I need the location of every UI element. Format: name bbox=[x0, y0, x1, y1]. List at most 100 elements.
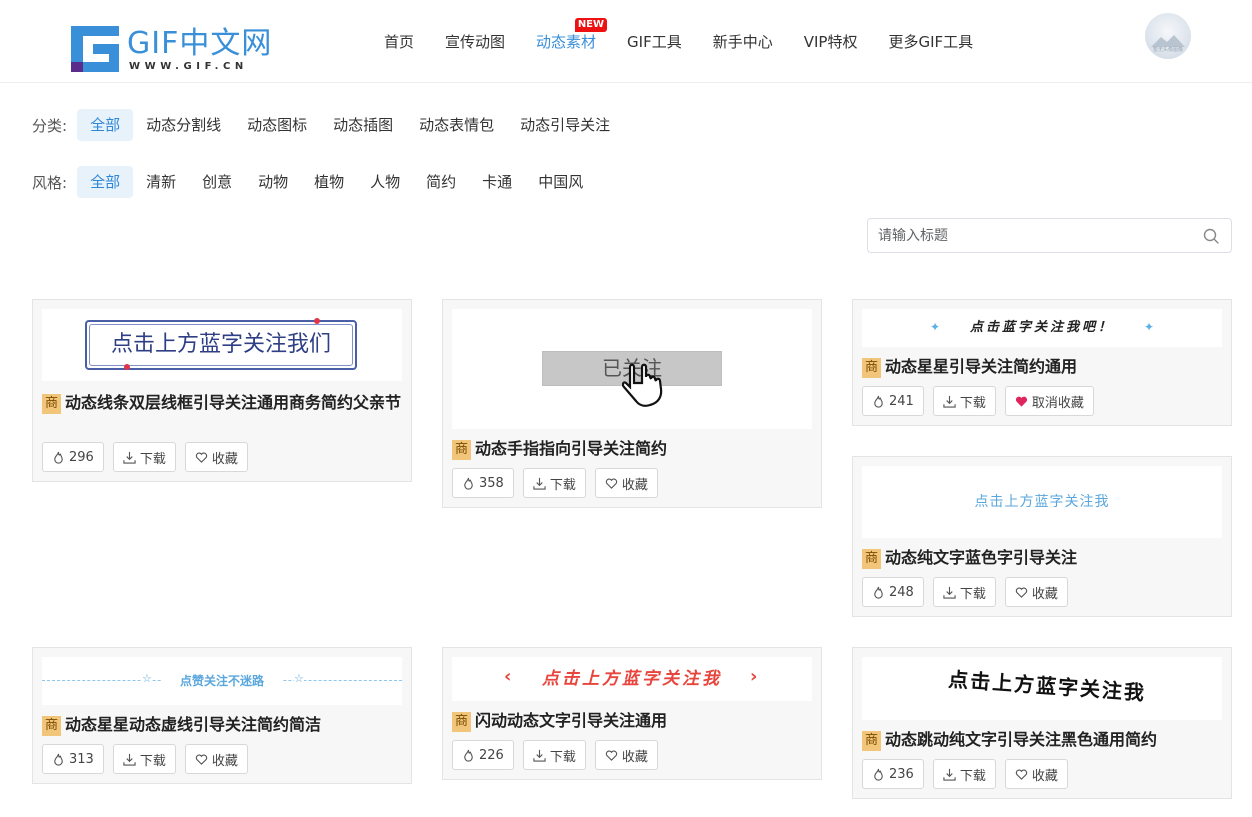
card-actions: 226 下载 收藏 bbox=[452, 740, 667, 770]
thumb-dot-icon bbox=[314, 318, 320, 324]
commercial-tag: 商 bbox=[452, 712, 472, 732]
main-nav: 首页 宣传动图 动态素材 NEW GIF工具 新手中心 VIP特权 更多GIF工具 bbox=[384, 18, 973, 52]
style-option-simple[interactable]: 简约 bbox=[413, 166, 469, 198]
thumb-text: 点赞关注不迷路 bbox=[162, 669, 282, 693]
logo-brand-text: GIF中文网 bbox=[127, 26, 273, 61]
like-button[interactable]: 296 bbox=[42, 442, 104, 472]
card-thumbnail[interactable]: 点击上方蓝字关注我 bbox=[862, 466, 1222, 538]
heart-outline-icon bbox=[605, 749, 618, 761]
material-card[interactable]: 点击上方蓝字关注我 商动态纯文字蓝色字引导关注 248 下载 收藏 bbox=[852, 456, 1232, 617]
category-option-all[interactable]: 全部 bbox=[77, 109, 134, 141]
card-title[interactable]: 商闪动动态文字引导关注通用 bbox=[452, 710, 812, 732]
material-card[interactable]: 点击蓝字关注我吧！ ✦ ✦ 商动态星星引导关注简约通用 241 下载 取消收藏 bbox=[852, 299, 1232, 426]
thumb-text: 点击蓝字关注我吧！ bbox=[969, 320, 1114, 335]
like-button[interactable]: 226 bbox=[452, 740, 514, 770]
download-button[interactable]: 下载 bbox=[522, 740, 586, 770]
card-actions: 296 下载 收藏 bbox=[42, 442, 257, 472]
thumb-text: 点击上方蓝字关注我 bbox=[542, 669, 722, 689]
unfavorite-button[interactable]: 取消收藏 bbox=[1004, 386, 1094, 416]
thumb-dot-icon bbox=[124, 364, 130, 370]
category-option-icon[interactable]: 动态图标 bbox=[234, 109, 320, 141]
site-logo[interactable]: GIF中文网 WWW.GIF.CN bbox=[71, 24, 271, 74]
favorite-button[interactable]: 收藏 bbox=[1004, 577, 1068, 607]
logo-mark-icon bbox=[71, 26, 119, 72]
card-title[interactable]: 商动态星星动态虚线引导关注简约简洁 bbox=[42, 714, 402, 736]
favorite-button[interactable]: 收藏 bbox=[594, 740, 658, 770]
nav-promo-gif[interactable]: 宣传动图 bbox=[445, 32, 505, 52]
flame-icon bbox=[874, 395, 883, 408]
style-option-cartoon[interactable]: 卡通 bbox=[469, 166, 525, 198]
category-option-illustration[interactable]: 动态插图 bbox=[320, 109, 406, 141]
avatar-placeholder-icon bbox=[1151, 35, 1185, 47]
nav-gif-tools[interactable]: GIF工具 bbox=[627, 32, 682, 52]
chevron-right-icon: › bbox=[750, 666, 758, 687]
download-icon bbox=[943, 586, 956, 599]
like-button[interactable]: 248 bbox=[862, 577, 924, 607]
card-thumbnail[interactable]: 点击蓝字关注我吧！ ✦ ✦ bbox=[862, 309, 1222, 347]
download-button[interactable]: 下载 bbox=[932, 386, 996, 416]
style-option-people[interactable]: 人物 bbox=[357, 166, 413, 198]
card-title[interactable]: 商动态星星引导关注简约通用 bbox=[862, 356, 1222, 378]
nav-beginner-center[interactable]: 新手中心 bbox=[713, 32, 773, 52]
like-button[interactable]: 241 bbox=[862, 386, 924, 416]
card-thumbnail[interactable]: 点击上方蓝字关注我 bbox=[862, 657, 1222, 720]
material-card[interactable]: 点击上方蓝字关注我 商动态跳动纯文字引导关注黑色通用简约 236 下载 收藏 bbox=[852, 647, 1232, 799]
card-title[interactable]: 商动态跳动纯文字引导关注黑色通用简约 bbox=[862, 729, 1222, 751]
thumb-text: 点击上方蓝字关注我 bbox=[947, 667, 1147, 705]
style-option-animal[interactable]: 动物 bbox=[245, 166, 301, 198]
download-button[interactable]: 下载 bbox=[112, 744, 176, 774]
like-button[interactable]: 313 bbox=[42, 744, 104, 774]
download-button[interactable]: 下载 bbox=[932, 759, 996, 789]
download-button[interactable]: 下载 bbox=[522, 468, 586, 498]
heart-outline-icon bbox=[1015, 768, 1028, 780]
favorite-button[interactable]: 收藏 bbox=[594, 468, 658, 498]
commercial-tag: 商 bbox=[452, 440, 472, 460]
logo-url-text: WWW.GIF.CN bbox=[129, 61, 248, 72]
style-option-fresh[interactable]: 清新 bbox=[133, 166, 189, 198]
card-title[interactable]: 商动态手指指向引导关注简约 bbox=[452, 438, 812, 460]
flame-icon bbox=[54, 451, 63, 464]
nav-vip[interactable]: VIP特权 bbox=[804, 32, 858, 52]
style-option-plant[interactable]: 植物 bbox=[301, 166, 357, 198]
material-card[interactable]: ‹ 点击上方蓝字关注我 › 商闪动动态文字引导关注通用 226 下载 收藏 bbox=[442, 647, 822, 780]
material-card[interactable]: 点赞关注不迷路 ☆ ☆ 商动态星星动态虚线引导关注简约简洁 313 下载 收藏 bbox=[32, 647, 412, 784]
avatar-caption: 暂无头像图像 bbox=[1152, 47, 1183, 53]
favorite-button[interactable]: 收藏 bbox=[184, 744, 248, 774]
style-option-all[interactable]: 全部 bbox=[77, 166, 134, 198]
material-card[interactable]: 已关注 商动态手指指向引导关注简约 358 下载 收藏 bbox=[442, 299, 822, 508]
card-thumbnail[interactable]: 已关注 bbox=[452, 309, 812, 429]
material-card[interactable]: 点击上方蓝字关注我们 商动态线条双层线框引导关注通用商务简约父亲节 296 下载… bbox=[32, 299, 412, 482]
nav-home[interactable]: 首页 bbox=[384, 32, 414, 52]
site-header: GIF中文网 WWW.GIF.CN 首页 宣传动图 动态素材 NEW GIF工具 … bbox=[0, 0, 1252, 83]
nav-dynamic-materials[interactable]: 动态素材 NEW bbox=[536, 18, 608, 52]
nav-more-tools[interactable]: 更多GIF工具 bbox=[888, 32, 973, 52]
card-actions: 313 下载 收藏 bbox=[42, 744, 257, 774]
card-title[interactable]: 商动态线条双层线框引导关注通用商务简约父亲节 bbox=[42, 392, 402, 414]
like-button[interactable]: 358 bbox=[452, 468, 514, 498]
like-button[interactable]: 236 bbox=[862, 759, 924, 789]
commercial-tag: 商 bbox=[862, 549, 882, 569]
category-option-divider[interactable]: 动态分割线 bbox=[133, 109, 234, 141]
card-actions: 358 下载 收藏 bbox=[452, 468, 667, 498]
favorite-button[interactable]: 收藏 bbox=[184, 442, 248, 472]
search-icon[interactable] bbox=[1203, 228, 1219, 244]
card-thumbnail[interactable]: 点赞关注不迷路 ☆ ☆ bbox=[42, 657, 402, 705]
card-thumbnail[interactable]: 点击上方蓝字关注我们 bbox=[42, 309, 402, 381]
download-button[interactable]: 下载 bbox=[112, 442, 176, 472]
favorite-button[interactable]: 收藏 bbox=[1004, 759, 1068, 789]
card-thumbnail[interactable]: ‹ 点击上方蓝字关注我 › bbox=[452, 657, 812, 701]
category-option-follow-guide[interactable]: 动态引导关注 bbox=[507, 109, 623, 141]
heart-outline-icon bbox=[195, 451, 208, 463]
user-avatar[interactable]: 暂无头像图像 bbox=[1145, 13, 1191, 59]
style-option-creative[interactable]: 创意 bbox=[189, 166, 245, 198]
download-button[interactable]: 下载 bbox=[932, 577, 996, 607]
commercial-tag: 商 bbox=[42, 394, 62, 414]
search-input[interactable] bbox=[878, 226, 1188, 246]
card-title[interactable]: 商动态纯文字蓝色字引导关注 bbox=[862, 547, 1222, 569]
style-option-chinese[interactable]: 中国风 bbox=[525, 166, 596, 198]
category-option-sticker[interactable]: 动态表情包 bbox=[406, 109, 507, 141]
heart-outline-icon bbox=[1015, 586, 1028, 598]
card-actions: 236 下载 收藏 bbox=[862, 759, 1077, 789]
search-box bbox=[867, 218, 1232, 253]
new-badge: NEW bbox=[574, 18, 608, 32]
